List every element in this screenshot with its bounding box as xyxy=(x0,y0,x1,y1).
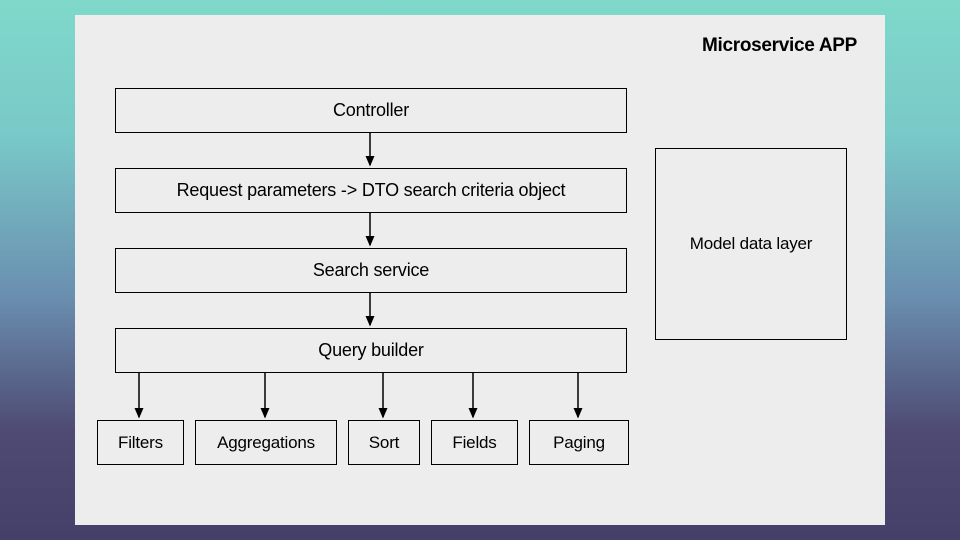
background: Microservice APP Controller Request para… xyxy=(0,0,960,540)
panel-title: Microservice APP xyxy=(702,35,857,57)
box-paging: Paging xyxy=(529,420,629,465)
diagram-panel: Microservice APP Controller Request para… xyxy=(75,15,885,525)
box-aggregations: Aggregations xyxy=(195,420,337,465)
box-model-data-layer: Model data layer xyxy=(655,148,847,340)
box-sort: Sort xyxy=(348,420,420,465)
box-search-service: Search service xyxy=(115,248,627,293)
box-query-builder: Query builder xyxy=(115,328,627,373)
box-controller: Controller xyxy=(115,88,627,133)
box-fields: Fields xyxy=(431,420,518,465)
box-dto: Request parameters -> DTO search criteri… xyxy=(115,168,627,213)
box-filters: Filters xyxy=(97,420,184,465)
